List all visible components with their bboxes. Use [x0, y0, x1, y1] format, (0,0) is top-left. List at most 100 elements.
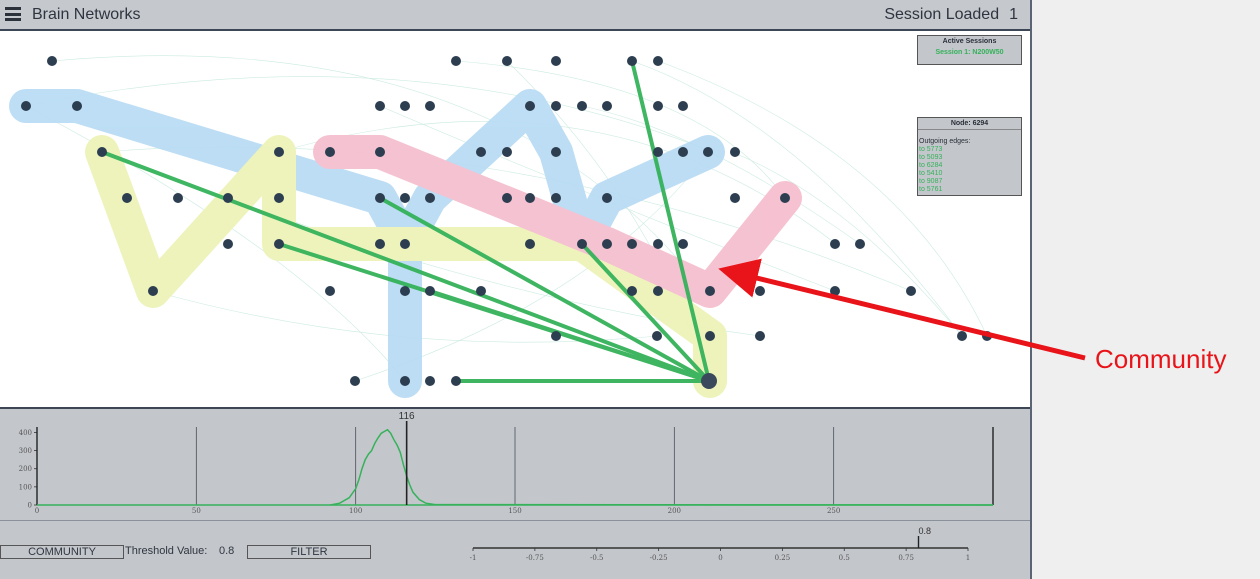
graph-node[interactable]: [551, 101, 561, 111]
graph-node[interactable]: [375, 239, 385, 249]
graph-node[interactable]: [400, 376, 410, 386]
filter-button[interactable]: FILTER: [247, 545, 371, 559]
graph-node[interactable]: [653, 56, 663, 66]
graph-node[interactable]: [602, 239, 612, 249]
graph-node[interactable]: [755, 331, 765, 341]
graph-node[interactable]: [400, 101, 410, 111]
graph-node[interactable]: [652, 331, 662, 341]
graph-node[interactable]: [350, 376, 360, 386]
edge-item[interactable]: to 5410: [919, 170, 1021, 178]
graph-node[interactable]: [425, 101, 435, 111]
graph-node[interactable]: [21, 101, 31, 111]
histogram-y-tick: 0: [28, 502, 32, 510]
graph-node[interactable]: [602, 193, 612, 203]
graph-node[interactable]: [703, 147, 713, 157]
graph-node[interactable]: [957, 331, 967, 341]
graph-node[interactable]: [400, 239, 410, 249]
graph-node[interactable]: [705, 286, 715, 296]
edge-item[interactable]: to 6284: [919, 162, 1021, 170]
graph-node[interactable]: [476, 286, 486, 296]
graph-node[interactable]: [502, 56, 512, 66]
graph-node[interactable]: [451, 376, 461, 386]
graph-node[interactable]: [855, 239, 865, 249]
graph-node[interactable]: [72, 101, 82, 111]
graph-node[interactable]: [274, 239, 284, 249]
graph-node[interactable]: [502, 193, 512, 203]
graph-node[interactable]: [525, 193, 535, 203]
graph-node[interactable]: [755, 286, 765, 296]
graph-node[interactable]: [451, 56, 461, 66]
graph-node[interactable]: [375, 101, 385, 111]
graph-node[interactable]: [653, 239, 663, 249]
edge-item[interactable]: to 5761: [919, 186, 1021, 194]
graph-node[interactable]: [653, 286, 663, 296]
session-status: Session Loaded 1: [884, 6, 1018, 24]
slider-tick-label: 0.75: [898, 554, 914, 562]
graph-node[interactable]: [730, 193, 740, 203]
histogram-y-tick: 300: [19, 447, 32, 455]
edge-item[interactable]: to 5773: [919, 146, 1021, 154]
histogram-x-tick: 100: [349, 507, 362, 515]
graph-node[interactable]: [47, 56, 57, 66]
graph-node[interactable]: [122, 193, 132, 203]
graph-node[interactable]: [551, 56, 561, 66]
histogram-curve: [330, 428, 994, 506]
graph-node[interactable]: [375, 147, 385, 157]
graph-node[interactable]: [577, 101, 587, 111]
graph-node[interactable]: [148, 286, 158, 296]
graph-node[interactable]: [425, 286, 435, 296]
graph-node[interactable]: [678, 147, 688, 157]
network-graph[interactable]: [0, 31, 1030, 407]
hamburger-menu-icon[interactable]: [5, 7, 21, 21]
graph-node[interactable]: [678, 239, 688, 249]
graph-node[interactable]: [577, 239, 587, 249]
graph-node[interactable]: [730, 147, 740, 157]
graph-node[interactable]: [325, 286, 335, 296]
graph-node[interactable]: [830, 239, 840, 249]
graph-node[interactable]: [375, 193, 385, 203]
graph-node[interactable]: [400, 193, 410, 203]
graph-node[interactable]: [274, 193, 284, 203]
graph-node[interactable]: [653, 101, 663, 111]
graph-node[interactable]: [525, 239, 535, 249]
graph-node[interactable]: [525, 101, 535, 111]
edge-item[interactable]: to 9087: [919, 178, 1021, 186]
graph-node[interactable]: [551, 193, 561, 203]
brain-networks-app: Brain Networks Session Loaded 1 Active S…: [0, 0, 1032, 579]
graph-node[interactable]: [97, 147, 107, 157]
network-graph-panel[interactable]: Active Sessions Session 1: N200W50 Node:…: [0, 31, 1030, 409]
annotation-label: Community: [1095, 344, 1227, 374]
selected-graph-node[interactable]: [701, 373, 717, 389]
graph-node[interactable]: [425, 193, 435, 203]
graph-node[interactable]: [425, 376, 435, 386]
community-button[interactable]: COMMUNITY: [0, 545, 124, 559]
graph-node[interactable]: [627, 56, 637, 66]
graph-node[interactable]: [223, 193, 233, 203]
graph-node[interactable]: [705, 331, 715, 341]
graph-node[interactable]: [551, 147, 561, 157]
app-title: Brain Networks: [32, 6, 141, 23]
graph-node[interactable]: [678, 101, 688, 111]
histogram-x-tick: 250: [827, 507, 840, 515]
graph-node[interactable]: [602, 101, 612, 111]
graph-node[interactable]: [274, 147, 284, 157]
graph-node[interactable]: [400, 286, 410, 296]
graph-node[interactable]: [173, 193, 183, 203]
graph-node[interactable]: [551, 331, 561, 341]
slider-tick-label: -0.25: [650, 554, 668, 562]
graph-node[interactable]: [653, 147, 663, 157]
graph-node[interactable]: [780, 193, 790, 203]
session-item[interactable]: Session 1: N200W50: [918, 49, 1021, 56]
threshold-slider[interactable]: -1 -0.75 -0.5 -0.25 0 0.25 0.5 0.75 1 0.8: [460, 521, 980, 579]
graph-node[interactable]: [982, 331, 992, 341]
threshold-label: Threshold Value:: [125, 545, 208, 557]
graph-node[interactable]: [627, 286, 637, 296]
graph-node[interactable]: [906, 286, 916, 296]
edge-item[interactable]: to 5093: [919, 154, 1021, 162]
graph-node[interactable]: [223, 239, 233, 249]
graph-node[interactable]: [830, 286, 840, 296]
graph-node[interactable]: [627, 239, 637, 249]
graph-node[interactable]: [476, 147, 486, 157]
graph-node[interactable]: [325, 147, 335, 157]
graph-node[interactable]: [502, 147, 512, 157]
